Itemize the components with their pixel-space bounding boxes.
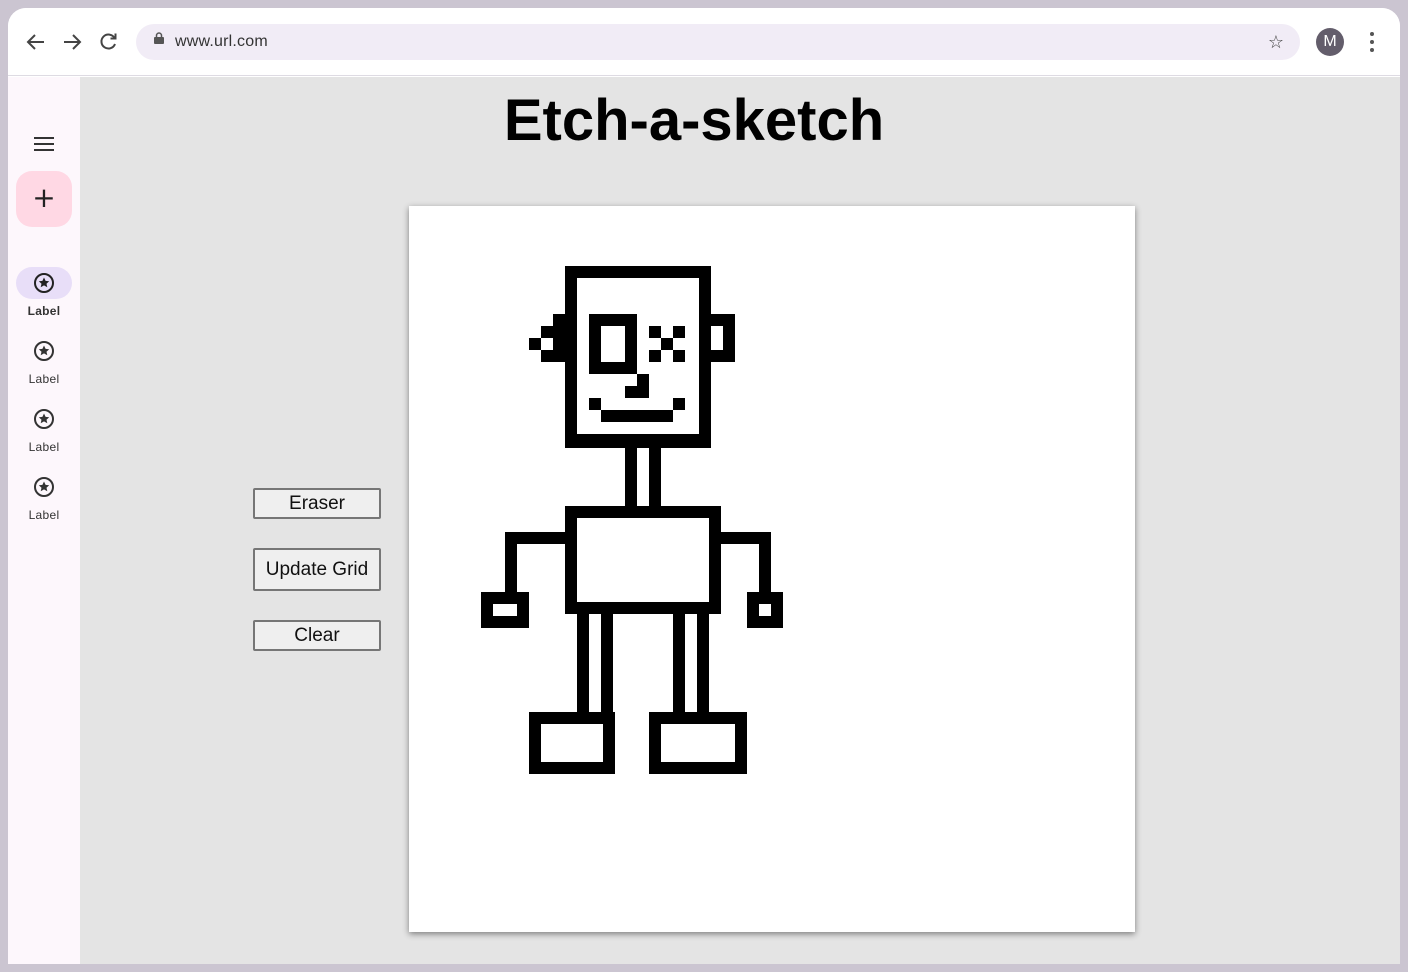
rail-item-label: Label xyxy=(27,304,61,318)
page-title: Etch-a-sketch xyxy=(503,88,885,153)
eraser-button[interactable]: Eraser xyxy=(253,488,381,519)
robot-drawing xyxy=(481,266,783,774)
bookmark-star-icon[interactable]: ☆ xyxy=(1268,32,1284,53)
star-circle-icon xyxy=(34,273,54,293)
browser-window: www.url.com ☆ M + Label Label Label Labe… xyxy=(8,8,1400,964)
address-bar[interactable]: www.url.com ☆ xyxy=(136,24,1300,60)
forward-arrow-icon[interactable] xyxy=(60,30,84,54)
profile-avatar[interactable]: M xyxy=(1316,28,1344,56)
rail-item-label: Label xyxy=(28,440,60,454)
navigation-rail: + Label Label Label Label xyxy=(8,77,80,964)
star-circle-icon xyxy=(34,409,54,429)
sketch-canvas[interactable] xyxy=(409,206,1135,932)
rail-item-1[interactable]: Label xyxy=(8,267,80,327)
star-circle-icon xyxy=(34,341,54,361)
more-options-icon[interactable] xyxy=(1364,30,1380,54)
browser-toolbar: www.url.com ☆ M xyxy=(8,8,1400,76)
reload-icon[interactable] xyxy=(96,30,120,54)
rail-item-2[interactable]: Label xyxy=(8,335,80,395)
rail-item-label: Label xyxy=(28,372,60,386)
app-content: Etch-a-sketch Eraser Update Grid Clear xyxy=(80,77,1400,964)
url-text[interactable]: www.url.com xyxy=(175,33,268,51)
back-arrow-icon[interactable] xyxy=(24,30,48,54)
rail-item-3[interactable]: Label xyxy=(8,403,80,463)
rail-item-label: Label xyxy=(28,508,60,522)
rail-item-4[interactable]: Label xyxy=(8,471,80,531)
lock-icon xyxy=(154,32,164,44)
clear-button[interactable]: Clear xyxy=(253,620,381,651)
update-grid-button[interactable]: Update Grid xyxy=(253,548,381,591)
menu-icon[interactable] xyxy=(34,137,54,151)
add-fab-button[interactable]: + xyxy=(16,171,72,227)
star-circle-icon xyxy=(34,477,54,497)
